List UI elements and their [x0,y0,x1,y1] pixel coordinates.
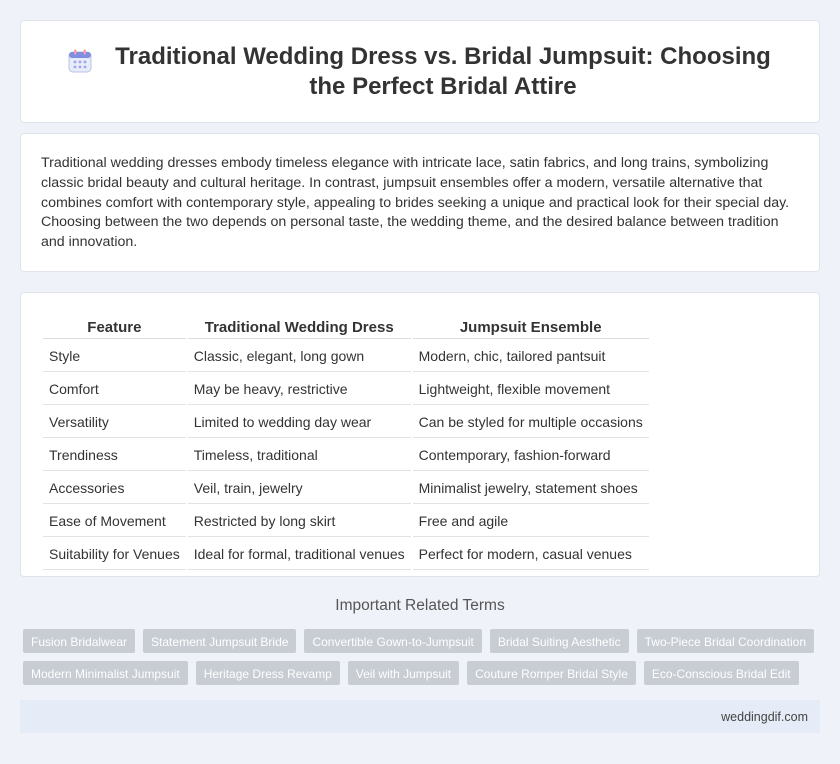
tag-row: Fusion Bridalwear Statement Jumpsuit Bri… [23,629,823,653]
comparison-table: Feature Traditional Wedding Dress Jumpsu… [41,313,651,572]
table-row: Versatility Limited to wedding day wear … [43,407,649,438]
table-cell: Veil, train, jewelry [187,473,411,504]
tag-link[interactable]: Bridal Suiting Aesthetic [489,629,629,653]
table-cell: Minimalist jewelry, statement shoes [412,473,649,504]
table-row: Comfort May be heavy, restrictive Lightw… [43,374,649,405]
table-cell: Ideal for formal, traditional venues [187,539,411,570]
tag-link[interactable]: Couture Romper Bridal Style [467,661,636,685]
related-terms-title: Important Related Terms [335,597,505,614]
table-cell: Comfort [43,374,186,405]
related-terms-tags: Fusion Bridalwear Statement Jumpsuit Bri… [23,629,823,693]
column-header: Jumpsuit Ensemble [412,315,649,339]
table-row: Ease of Movement Restricted by long skir… [43,506,649,537]
table-row: Style Classic, elegant, long gown Modern… [43,341,649,372]
page-title: Traditional Wedding Dress vs. Bridal Jum… [115,42,771,100]
tag-row: Modern Minimalist Jumpsuit Heritage Dres… [23,661,823,685]
tag-link[interactable]: Two-Piece Bridal Coordination [636,629,815,653]
table-row: Accessories Veil, train, jewelry Minimal… [43,473,649,504]
table-cell: Classic, elegant, long gown [187,341,411,372]
tag-link[interactable]: Eco-Conscious Bridal Edit [643,661,799,685]
table-cell: Suitability for Venues [43,539,186,570]
table-cell: Lightweight, flexible movement [412,374,649,405]
table-cell: Contemporary, fashion-forward [412,440,649,471]
table-cell: Timeless, traditional [187,440,411,471]
table-cell: Free and agile [412,506,649,537]
table-cell: Can be styled for multiple occasions [412,407,649,438]
tag-link[interactable]: Modern Minimalist Jumpsuit [23,661,188,685]
table-cell: Perfect for modern, casual venues [412,539,649,570]
tag-link[interactable]: Statement Jumpsuit Bride [143,629,297,653]
table-cell: Trendiness [43,440,186,471]
table-row: Trendiness Timeless, traditional Contemp… [43,440,649,471]
site-name[interactable]: weddingdif.com [721,710,808,724]
table-cell: Restricted by long skirt [187,506,411,537]
tag-link[interactable]: Fusion Bridalwear [23,629,136,653]
tag-link[interactable]: Convertible Gown-to-Jumpsuit [304,629,482,653]
table-row: Suitability for Venues Ideal for formal,… [43,539,649,570]
table-cell: Ease of Movement [43,506,186,537]
table-cell: Modern, chic, tailored pantsuit [412,341,649,372]
table-cell: Accessories [43,473,186,504]
tag-link[interactable]: Heritage Dress Revamp [195,661,340,685]
intro-card: Traditional wedding dresses embody timel… [20,133,820,272]
table-cell: Style [43,341,186,372]
column-header: Feature [43,315,186,339]
tag-link[interactable]: Veil with Jumpsuit [347,661,460,685]
footer: weddingdif.com [20,700,820,733]
header-card: Traditional Wedding Dress vs. Bridal Jum… [20,20,820,123]
table-cell: May be heavy, restrictive [187,374,411,405]
table-cell: Versatility [43,407,186,438]
intro-paragraph: Traditional wedding dresses embody timel… [41,155,790,251]
calendar-icon [68,49,92,72]
comparison-card: Feature Traditional Wedding Dress Jumpsu… [20,292,820,577]
table-header-row: Feature Traditional Wedding Dress Jumpsu… [43,315,649,339]
column-header: Traditional Wedding Dress [187,315,411,339]
table-cell: Limited to wedding day wear [187,407,411,438]
